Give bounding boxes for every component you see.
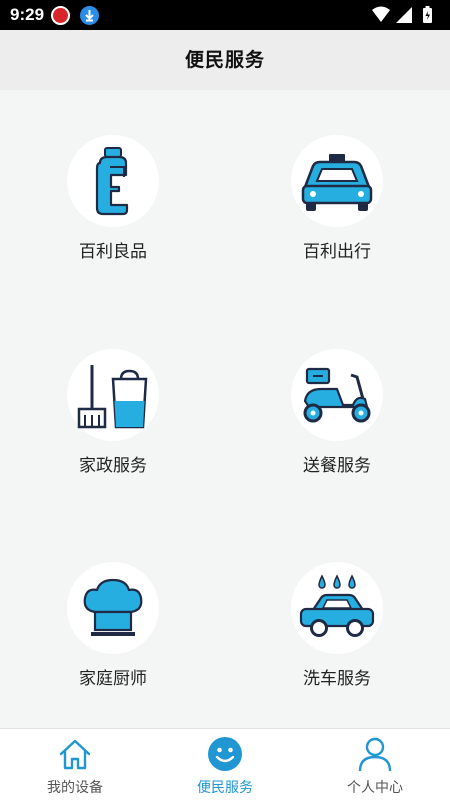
tab-personal-center[interactable]: 个人中心 [300, 729, 450, 800]
header: 便民服务 [0, 30, 450, 90]
tab-label: 便民服务 [197, 780, 253, 796]
service-item-housekeeping[interactable]: 家政服务 [33, 349, 193, 476]
person-icon [358, 737, 392, 772]
app-notification-icon [51, 6, 70, 25]
status-bar: 9:29 [0, 0, 450, 30]
service-label: 家庭厨师 [79, 669, 147, 689]
home-icon [59, 739, 91, 770]
service-item-baili-goods[interactable]: 百利良品 [33, 135, 193, 262]
service-item-home-chef[interactable]: 家庭厨师 [33, 562, 193, 689]
bottom-tab-bar: 我的设备 便民服务 个人中心 [0, 728, 450, 800]
system-status-icons [372, 6, 432, 23]
page-title: 便民服务 [184, 49, 265, 71]
service-label: 百利良品 [79, 242, 147, 262]
service-label: 送餐服务 [303, 456, 371, 476]
scooter-icon [291, 349, 383, 441]
tab-my-devices[interactable]: 我的设备 [0, 729, 150, 800]
tab-label: 个人中心 [347, 780, 403, 796]
service-item-baili-travel[interactable]: 百利出行 [257, 135, 417, 262]
smiley-icon [208, 737, 242, 771]
car-wash-icon [291, 562, 383, 654]
service-item-meal-delivery[interactable]: 送餐服务 [257, 349, 417, 476]
wifi-icon [372, 6, 390, 22]
service-label: 百利出行 [303, 242, 371, 262]
service-item-car-wash[interactable]: 洗车服务 [257, 562, 417, 689]
cell-signal-icon [396, 7, 412, 23]
broom-bucket-icon [67, 349, 159, 441]
taxi-icon [291, 135, 383, 227]
service-grid: 百利良品 百利出行 家政服务 送餐服务 家庭厨师 洗车服务 [0, 90, 450, 728]
download-notification-icon [80, 6, 99, 25]
service-label: 家政服务 [79, 456, 147, 476]
status-time: 9:29 [10, 5, 45, 24]
bottle-icon [67, 135, 159, 227]
service-label: 洗车服务 [303, 669, 371, 689]
tab-label: 我的设备 [47, 780, 103, 796]
chef-hat-icon [67, 562, 159, 654]
tab-convenience-services[interactable]: 便民服务 [150, 729, 300, 800]
